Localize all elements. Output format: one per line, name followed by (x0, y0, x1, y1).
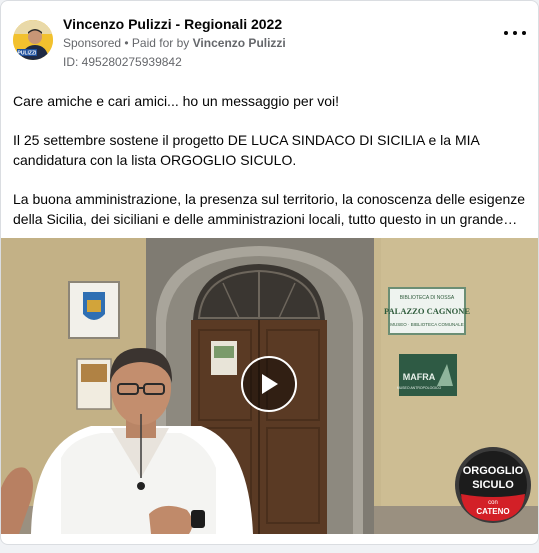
sign-palazzo-title: PALAZZO CAGNONE (384, 306, 470, 316)
sign-mafra-sub: MUSEO ANTROPOLOGICO (397, 386, 442, 390)
sign-palazzo-sub: MUSEO · BIBLIOTECA COMUNALE (390, 322, 464, 327)
avatar-label: PULIZZI (18, 51, 37, 57)
sign-mafra: MAFRA (403, 372, 436, 382)
avatar-image: PULIZZI (13, 20, 53, 60)
play-icon (262, 374, 278, 394)
post-text: Care amiche e cari amici... ho un messag… (13, 91, 528, 248)
paid-for-name: Vincenzo Pulizzi (192, 36, 286, 50)
logo-con: con (488, 500, 498, 506)
paid-for-prefix: • Paid for by (124, 36, 190, 50)
post-header: PULIZZI Vincenzo Pulizzi - Regionali 202… (13, 15, 528, 71)
page-name[interactable]: Vincenzo Pulizzi - Regionali 2022 (63, 16, 282, 32)
logo-line-2: SICULO (472, 479, 514, 491)
sign-palazzo-small: BIBLIOTECA DI NOSSA (400, 295, 455, 301)
post-paragraph-3: La buona amministrazione, la presenza su… (13, 191, 526, 227)
play-button[interactable] (241, 356, 297, 412)
more-options-icon[interactable] (504, 25, 526, 41)
page-avatar[interactable]: PULIZZI (13, 20, 53, 60)
post-paragraph-2: Il 25 settembre sostene il progetto DE L… (13, 132, 480, 168)
ad-id: ID: 495280275939842 (63, 55, 182, 69)
sponsored-label: Sponsored (63, 36, 122, 50)
logo-cateno: CATENO (476, 507, 509, 516)
logo-line-1: ORGOGLIO (463, 465, 524, 477)
video-player[interactable]: BIBLIOTECA DI NOSSA PALAZZO CAGNONE MUSE… (1, 238, 538, 534)
sponsored-line: Sponsored • Paid for by Vincenzo Pulizzi (63, 36, 286, 50)
ad-post-card: PULIZZI Vincenzo Pulizzi - Regionali 202… (0, 0, 539, 545)
post-paragraph-1: Care amiche e cari amici... ho un messag… (13, 93, 340, 109)
